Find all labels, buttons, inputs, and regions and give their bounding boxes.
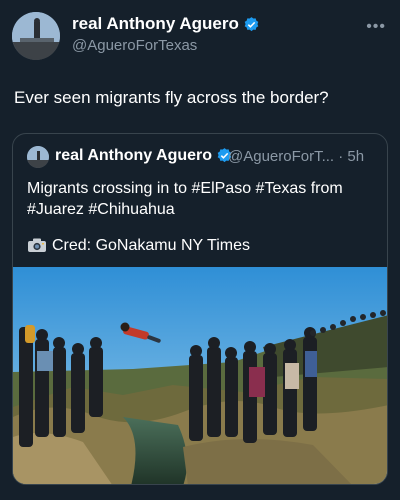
quoted-author-name-text[interactable]: real Anthony Aguero xyxy=(55,147,212,164)
post-header: real Anthony Aguero @AgueroForTexas ••• xyxy=(10,8,390,68)
author-name[interactable]: real Anthony Aguero xyxy=(72,14,260,34)
post-text: Ever seen migrants fly across the border… xyxy=(14,88,329,107)
more-dots-icon[interactable]: ••• xyxy=(366,18,386,36)
quoted-post[interactable]: real Anthony Aguero @AgueroForT... · 5h … xyxy=(12,133,388,485)
verified-badge-icon xyxy=(244,17,259,32)
quoted-author-name[interactable]: real Anthony Aguero xyxy=(55,147,233,165)
photo-image[interactable] xyxy=(13,267,387,484)
quoted-credit: Cred: GoNakamu NY Times xyxy=(27,237,250,255)
author-handle[interactable]: @AgueroForTexas xyxy=(72,37,197,54)
author-name-text[interactable]: real Anthony Aguero xyxy=(72,14,239,33)
quoted-text: Migrants crossing in to #ElPaso #Texas f… xyxy=(27,180,343,218)
quoted-author-avatar[interactable] xyxy=(27,146,49,168)
author-avatar[interactable] xyxy=(12,12,60,60)
quoted-credit-text: Cred: GoNakamu NY Times xyxy=(52,237,250,254)
quoted-handle-time[interactable]: @AgueroForT... · 5h xyxy=(228,148,364,165)
camera-icon xyxy=(28,238,46,252)
